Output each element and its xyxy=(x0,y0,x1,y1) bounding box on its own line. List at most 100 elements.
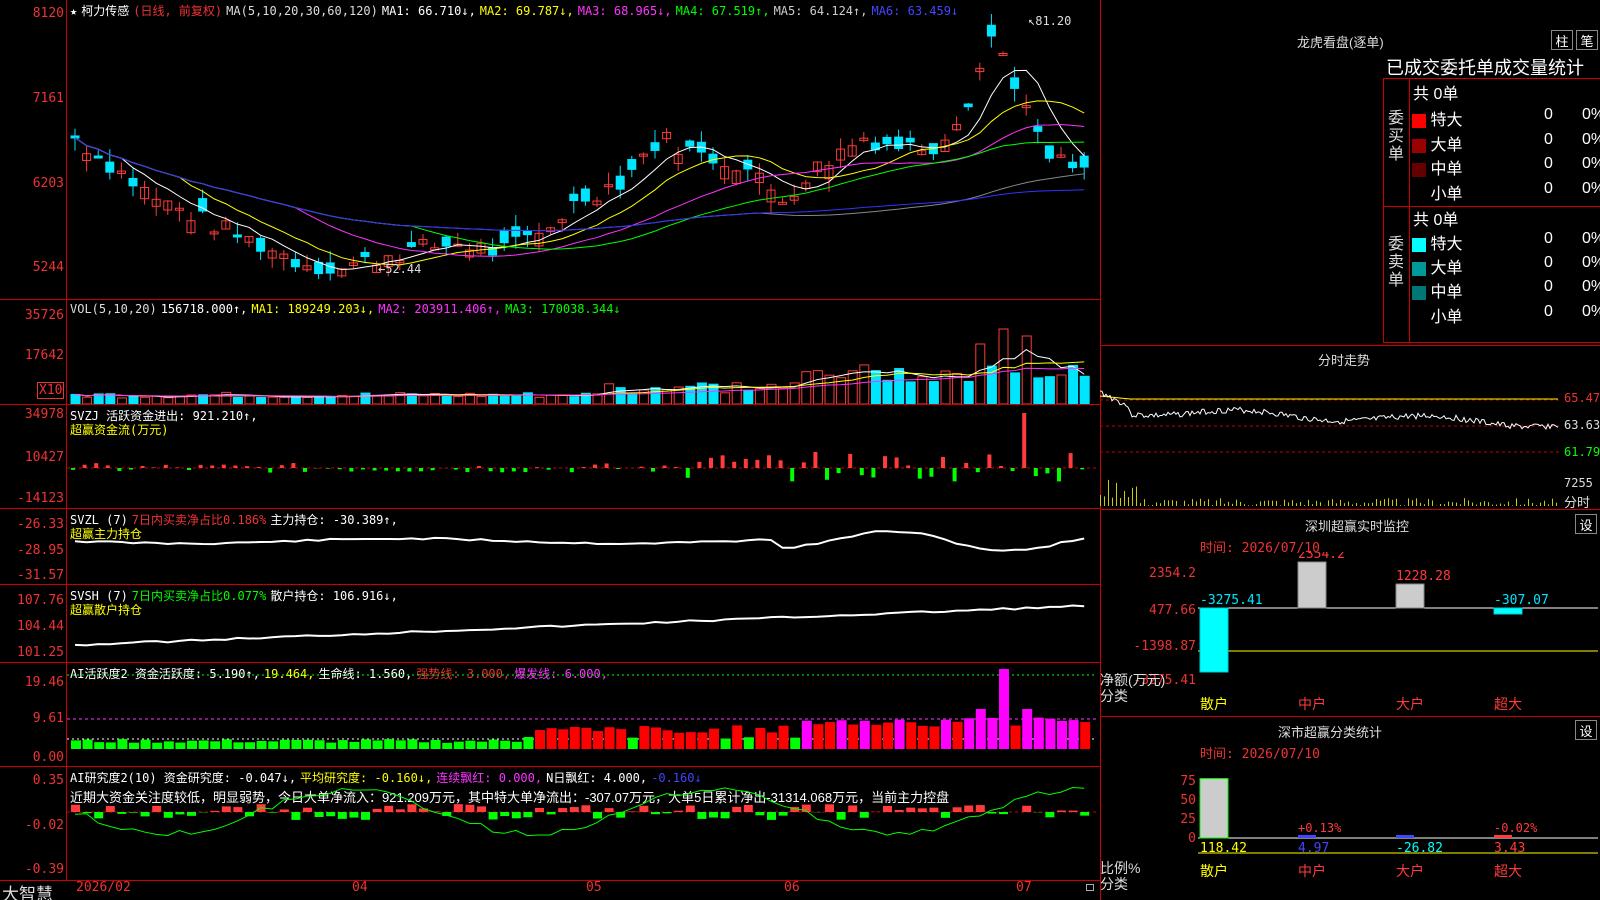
monitor-canvas[interactable]: -3275.41 散户 2354.2 中户 1228.28 大户 -307.07 超大 xyxy=(1198,552,1598,717)
monitor-panel[interactable]: 深圳超赢实时监控 设 时间: 2026/07/10 2354.2 477.66 … xyxy=(1100,512,1600,717)
flow-bar xyxy=(337,468,342,470)
fs-volume-bar xyxy=(1140,503,1141,506)
fs-volume-bar xyxy=(1480,502,1481,506)
sell-total: 共 0单 xyxy=(1413,212,1459,229)
activity-bar xyxy=(767,732,777,749)
volume-bar xyxy=(534,396,545,404)
volume-bar xyxy=(116,397,127,404)
research-bar xyxy=(859,812,869,818)
ai-activity-canvas[interactable] xyxy=(67,663,1097,766)
classify-bar xyxy=(1199,778,1229,839)
chart-area[interactable]: ★ 柯力传感 (日线, 前复权) MA(5,10,20,30,60,120) MA1: … xyxy=(0,0,1100,900)
classify-settings-button[interactable]: 设 xyxy=(1575,720,1597,740)
kline-panel[interactable]: ★ 柯力传感 (日线, 前复权) MA(5,10,20,30,60,120) MA1: … xyxy=(0,0,1100,300)
fenshi-canvas[interactable] xyxy=(1100,370,1562,510)
svzj-canvas[interactable] xyxy=(67,405,1097,508)
candle-body xyxy=(406,242,416,247)
flow-bar xyxy=(674,467,679,468)
fs-volume-bar xyxy=(1224,503,1225,506)
fs-volume-bar xyxy=(1132,487,1133,506)
flow-bar xyxy=(836,468,841,474)
flow-bar xyxy=(117,468,122,471)
svzj-panel[interactable]: SVZJ 活跃资金进出: 921.210↑, 超赢资金流(万元) 34978 1… xyxy=(0,405,1100,509)
fs-volume-bar xyxy=(1304,505,1305,506)
classify-canvas[interactable]: 118.42 散户 +0.13% 4.97 中户 -26.82 大户 -0.02% 3.43 超大 xyxy=(1198,758,1598,900)
research-bar xyxy=(535,807,544,812)
flow-bar xyxy=(790,468,795,482)
monitor-category-label: 散户 xyxy=(1200,696,1228,712)
fs-volume-bar xyxy=(1240,501,1241,506)
research-bar xyxy=(883,805,892,812)
flow-bar xyxy=(152,467,157,468)
fs-volume-bar xyxy=(1212,505,1213,506)
fs-volume-bar xyxy=(1352,504,1353,506)
activity-bar xyxy=(163,741,174,749)
activity-bar xyxy=(337,740,348,749)
flow-bar xyxy=(326,468,331,469)
flow-bar xyxy=(535,467,539,468)
svzl-canvas[interactable] xyxy=(67,509,1097,584)
fs-volume-bar xyxy=(1128,497,1129,506)
flow-bar xyxy=(1022,413,1027,468)
volume-bar xyxy=(1044,376,1055,404)
classify-tick: 25 xyxy=(1180,812,1196,827)
activity-bar xyxy=(152,742,163,749)
fs-volume-bar xyxy=(1288,502,1289,506)
holding-line xyxy=(74,530,1085,552)
volume-bar xyxy=(453,395,464,404)
volume-panel[interactable]: VOL(5,10,20) 156718.000↑, MA1: 189249.203↓… xyxy=(0,300,1100,405)
research-bar xyxy=(999,812,1008,815)
bar-mode-button[interactable]: 柱 xyxy=(1551,30,1573,50)
activity-bar xyxy=(685,732,696,749)
classify-pct-label: +0.13% xyxy=(1298,821,1342,835)
lhb-tabs[interactable]: 已成交委托单成交量统计 xyxy=(1386,54,1600,80)
volume-bar xyxy=(163,397,174,404)
research-bar xyxy=(1080,812,1090,816)
kline-canvas[interactable] xyxy=(67,14,1097,296)
research-bar xyxy=(407,804,417,812)
candle-body xyxy=(1079,155,1089,168)
pen-mode-button[interactable]: 笔 xyxy=(1576,30,1598,50)
monitor-settings-button[interactable]: 设 xyxy=(1575,514,1597,534)
activity-bar xyxy=(1033,717,1044,749)
svsh-canvas[interactable] xyxy=(67,585,1097,662)
candle-body xyxy=(360,251,370,258)
research-bar xyxy=(558,808,568,812)
ai-activity-panel[interactable]: AI活跃度2 资金活跃度: 5.190↑, 19.464, 生命线: 1.560, 强… xyxy=(0,663,1100,767)
fs-volume-bar xyxy=(1312,504,1313,506)
flow-bar xyxy=(604,463,609,468)
research-bar xyxy=(627,811,637,812)
brand-label[interactable]: 大智慧 xyxy=(2,880,53,900)
fs-volume-bar xyxy=(1228,501,1229,506)
activity-bar xyxy=(210,741,221,749)
fs-volume-bar xyxy=(1296,503,1297,506)
ai-research-canvas[interactable] xyxy=(67,767,1097,880)
classify-panel[interactable]: 深市超赢分类统计 设 时间: 2026/07/10 75 50 25 0 比例%… xyxy=(1100,718,1600,900)
flow-bar xyxy=(1080,468,1085,470)
fs-volume-bar xyxy=(1192,499,1193,506)
fenshi-panel[interactable]: 分时走势 65.47 63.63 61.79 7255 分时 xyxy=(1100,345,1600,510)
fs-tick: 61.79 xyxy=(1564,445,1600,459)
y-tick: 17642 xyxy=(24,348,64,363)
volume-canvas[interactable] xyxy=(67,300,1097,404)
lock-icon[interactable] xyxy=(1086,884,1094,891)
activity-bar xyxy=(372,740,383,749)
research-bar xyxy=(941,812,950,818)
svsh-panel[interactable]: SVSH (7) 7日内买卖净占比0.077% 散户持仓: 106.916↓, 超赢… xyxy=(0,585,1100,663)
candle-body xyxy=(963,103,973,108)
activity-bar xyxy=(221,739,232,749)
flow-bar xyxy=(210,465,215,468)
volume-bar xyxy=(82,396,93,404)
svzl-panel[interactable]: SVZL (7) 7日内买卖净占比0.186% 主力持仓: -30.389↑, 超赢… xyxy=(0,509,1100,585)
activity-bar xyxy=(604,727,615,749)
fs-volume-bar xyxy=(1264,500,1265,506)
ai-research-panel[interactable]: AI研究度2(10) 资金研究度: -0.047↓, 平均研究度: -0.160↓… xyxy=(0,767,1100,880)
flow-bar xyxy=(395,468,400,472)
activity-bar xyxy=(952,721,963,749)
fenshi-title: 分时走势 xyxy=(1318,353,1371,368)
activity-bar xyxy=(233,742,244,749)
activity-bar xyxy=(790,737,801,749)
candle-body xyxy=(256,237,266,252)
activity-bar xyxy=(1068,720,1079,749)
classify-cat-label: 分类 xyxy=(1100,876,1128,892)
